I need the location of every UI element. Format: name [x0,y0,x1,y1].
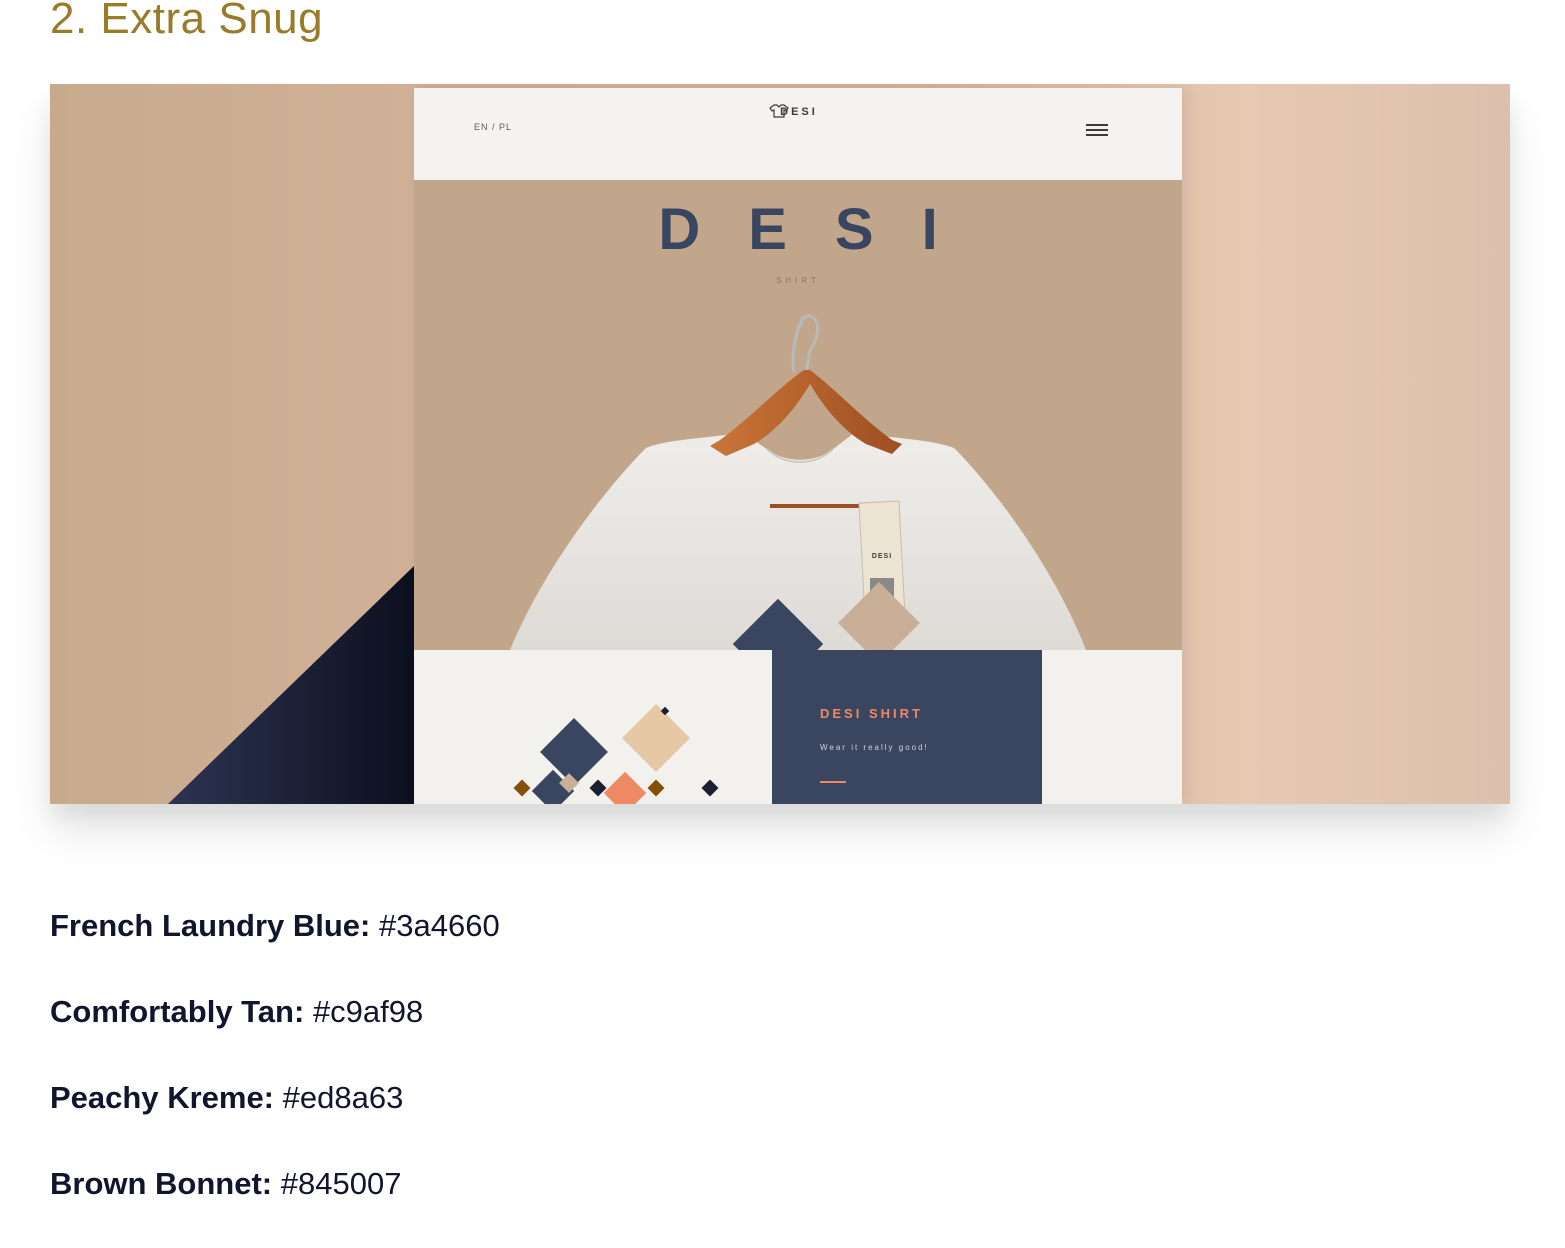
geometric-pattern [513,704,719,804]
mockup-right-panel [1042,650,1182,804]
palette-color-hex: #845007 [280,1166,402,1201]
palette-item-comfortably-tan: Comfortably Tan: #c9af98 [50,990,500,1076]
palette-color-name: Brown Bonnet: [50,1166,273,1201]
navy-triangle [168,566,414,804]
hanger-hook [791,314,819,375]
promo-title: DESI SHIRT [820,706,923,721]
promo-tagline: Wear it really good! [820,743,929,752]
palette-color-hex: #c9af98 [312,994,424,1029]
hanger-wood [710,370,902,456]
website-mockup: EN / PL DESI DESI SHIRT DESI DESI SHIRT … [414,88,1182,804]
promo-card: DESI SHIRT Wear it really good! [772,650,1042,804]
palette-color-name: French Laundry Blue: [50,908,371,943]
design-mockup-image: EN / PL DESI DESI SHIRT DESI DESI SHIRT … [50,84,1510,804]
tshirt-body [510,433,1086,650]
palette-color-hex: #3a4660 [379,908,500,943]
palette-item-peachy-kreme: Peachy Kreme: #ed8a63 [50,1076,500,1162]
palette-item-french-laundry-blue: French Laundry Blue: #3a4660 [50,904,500,990]
palette-item-brown-bonnet: Brown Bonnet: #845007 [50,1162,500,1248]
color-palette-list: French Laundry Blue: #3a4660 Comfortably… [50,904,500,1248]
palette-color-name: Comfortably Tan: [50,994,305,1029]
promo-underline [820,781,846,783]
palette-color-name: Peachy Kreme: [50,1080,275,1115]
section-heading: 2. Extra Snug [50,0,324,43]
mockup-pattern-panel [414,650,772,804]
tag-logo-text: DESI [872,553,892,560]
palette-color-hex: #ed8a63 [282,1080,404,1115]
